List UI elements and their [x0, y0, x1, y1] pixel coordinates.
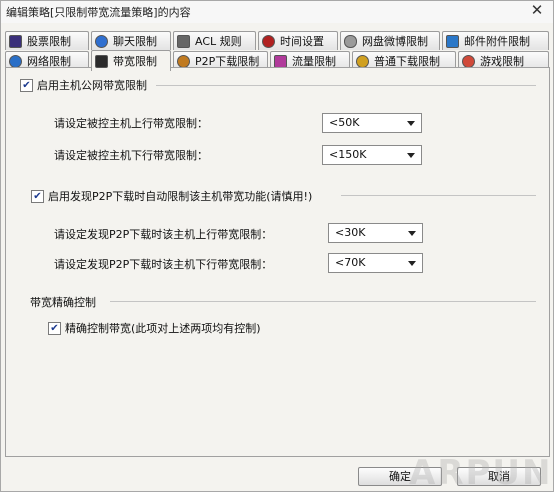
- traffic-icon: [274, 54, 287, 68]
- mail-icon: [446, 34, 459, 48]
- p2p-upload-select[interactable]: <30K: [328, 223, 423, 243]
- cloud-icon: [344, 34, 357, 48]
- host-bandwidth-enable-checkbox[interactable]: ✔: [20, 78, 33, 92]
- game-icon: [462, 54, 475, 68]
- window-title: 编辑策略[只限制带宽流量策略]的内容: [6, 6, 191, 19]
- host-section-divider: [156, 85, 536, 86]
- dropdown-arrow-icon: [408, 231, 416, 236]
- p2p-download-select[interactable]: <70K: [328, 253, 423, 273]
- chat-icon: [95, 34, 108, 48]
- tab-chat-limit[interactable]: 聊天限制: [91, 31, 171, 50]
- precise-control-row[interactable]: ✔ 精确控制带宽(此项对上述两项均有控制): [48, 320, 261, 336]
- host-download-select[interactable]: <150K: [322, 145, 422, 165]
- tab-label: 时间设置: [280, 35, 324, 48]
- tab-cloud-weibo-limit[interactable]: 网盘微博限制: [340, 31, 440, 50]
- tab-label: 邮件附件限制: [464, 35, 530, 48]
- stock-icon: [9, 34, 22, 48]
- host-upload-label: 请设定被控主机上行带宽限制：: [54, 117, 208, 130]
- tab-acl-rules[interactable]: ACL 规则: [173, 31, 256, 50]
- tab-bandwidth-limit[interactable]: 带宽限制: [91, 50, 171, 71]
- tab-time-settings[interactable]: 时间设置: [258, 31, 338, 50]
- download-icon: [356, 54, 369, 68]
- p2p-download-value: <70K: [335, 256, 366, 269]
- precise-section-divider: [110, 301, 536, 302]
- dropdown-arrow-icon: [407, 121, 415, 126]
- tab-row-1: 股票限制 聊天限制 ACL 规则 时间设置 网盘微博限制 邮件附件限制: [5, 31, 550, 50]
- tab-label: 股票限制: [27, 35, 71, 48]
- host-upload-select[interactable]: <50K: [322, 113, 422, 133]
- p2p-auto-limit-row[interactable]: ✔ 启用发现P2P下载时自动限制该主机带宽功能(请慎用!): [31, 188, 312, 204]
- tab-stock-limit[interactable]: 股票限制: [5, 31, 89, 50]
- policy-edit-dialog: 编辑策略[只限制带宽流量策略]的内容 ✕ 股票限制 聊天限制 ACL 规则 时间…: [0, 0, 554, 493]
- p2p-download-label: 请设定发现P2P下载时该主机下行带宽限制：: [54, 258, 273, 271]
- acl-icon: [177, 34, 190, 48]
- watermark: ARPUN: [409, 453, 553, 493]
- p2p-icon: [177, 54, 190, 68]
- tab-label: ACL 规则: [195, 35, 242, 48]
- p2p-upload-value: <30K: [335, 226, 366, 239]
- precise-control-label: 精确控制带宽(此项对上述两项均有控制): [65, 322, 261, 335]
- p2p-auto-limit-checkbox[interactable]: ✔: [31, 189, 44, 203]
- host-bandwidth-enable-label: 启用主机公网带宽限制: [37, 79, 147, 92]
- precise-control-checkbox[interactable]: ✔: [48, 321, 61, 335]
- precise-control-section-label: 带宽精确控制: [30, 296, 96, 309]
- close-button[interactable]: ✕: [527, 1, 547, 19]
- dropdown-arrow-icon: [408, 261, 416, 266]
- p2p-section-divider: [341, 195, 536, 196]
- host-bandwidth-enable-row[interactable]: ✔ 启用主机公网带宽限制: [20, 77, 147, 93]
- bandwidth-settings-panel: ✔ 启用主机公网带宽限制 请设定被控主机上行带宽限制： <50K 请设定被控主机…: [5, 67, 550, 457]
- bandwidth-icon: [95, 54, 108, 68]
- network-icon: [9, 54, 22, 68]
- p2p-upload-label: 请设定发现P2P下载时该主机上行带宽限制：: [54, 228, 273, 241]
- host-upload-value: <50K: [329, 116, 360, 129]
- tab-label: 带宽限制: [113, 55, 157, 68]
- tab-mail-attachment-limit[interactable]: 邮件附件限制: [442, 31, 549, 50]
- dropdown-arrow-icon: [407, 153, 415, 158]
- host-download-value: <150K: [329, 148, 367, 161]
- p2p-auto-limit-label: 启用发现P2P下载时自动限制该主机带宽功能(请慎用!): [48, 190, 313, 203]
- tab-label: 网盘微博限制: [362, 35, 428, 48]
- title-bar: 编辑策略[只限制带宽流量策略]的内容 ✕: [1, 1, 553, 23]
- clock-icon: [262, 34, 275, 48]
- tab-label: 聊天限制: [113, 35, 157, 48]
- host-download-label: 请设定被控主机下行带宽限制：: [54, 149, 208, 162]
